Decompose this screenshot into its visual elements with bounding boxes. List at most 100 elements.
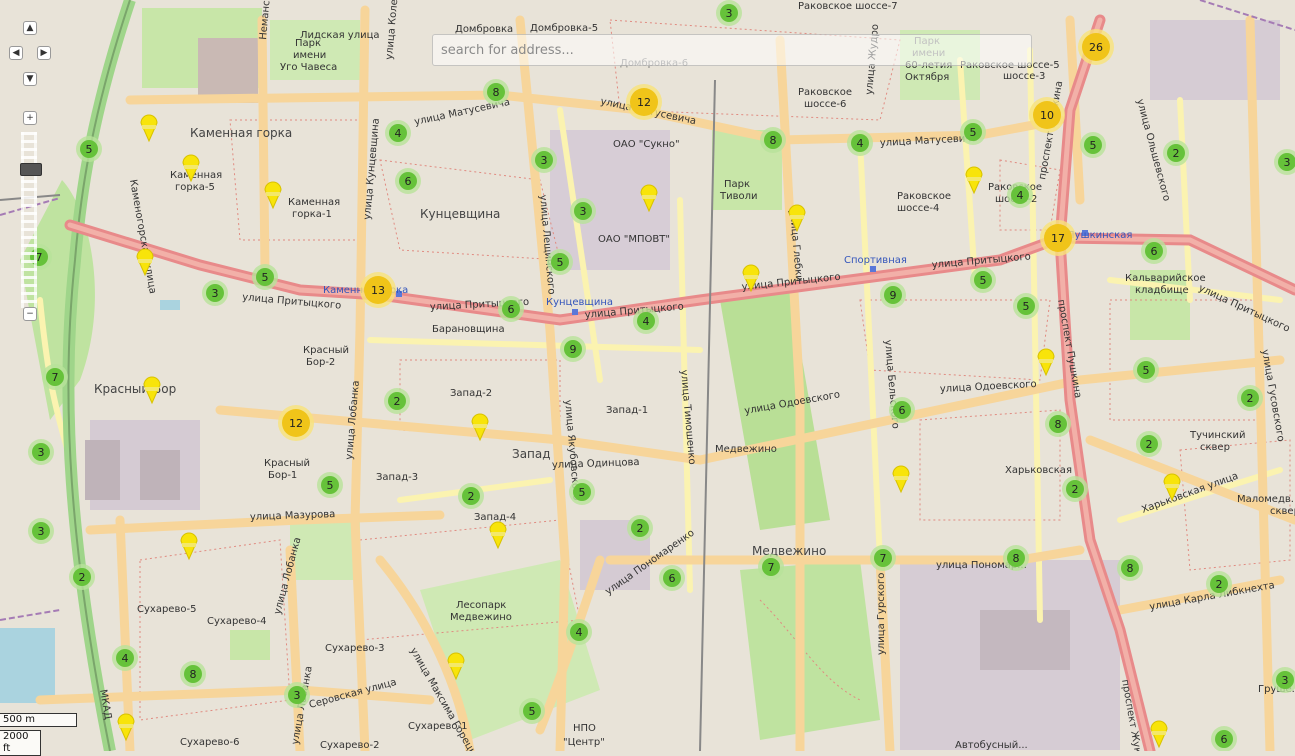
marker-cluster[interactable]: 8 [1003,545,1029,571]
marker-cluster[interactable]: 5 [1133,357,1159,383]
cluster-count: 6 [1221,733,1228,746]
marker-cluster[interactable]: 5 [317,472,343,498]
marker-cluster[interactable]: 6 [395,168,421,194]
marker-cluster[interactable]: 2 [1163,140,1189,166]
cluster-count: 6 [1151,245,1158,258]
map-label-sukharevo5: Сухарево-5 [137,604,196,615]
map-label-kg1_2: горка-1 [292,209,332,220]
cluster-count: 10 [1040,109,1054,122]
marker-cluster[interactable]: 4 [566,619,592,645]
cluster-count: 6 [508,303,515,316]
marker-cluster[interactable]: 8 [483,79,509,105]
marker-cluster[interactable]: 2 [384,388,410,414]
marker-cluster[interactable]: 4 [112,645,138,671]
marker-cluster[interactable]: 6 [1141,238,1167,264]
marker-cluster[interactable]: 4 [847,130,873,156]
marker-cluster[interactable]: 2 [627,515,653,541]
marker-cluster[interactable]: 4 [633,308,659,334]
pin-band [138,259,152,263]
pan-left-button[interactable]: ◀ [9,46,23,60]
marker-cluster[interactable]: 3 [28,439,54,465]
marker-cluster[interactable]: 4 [1007,182,1033,208]
marker-cluster[interactable]: 12 [278,405,314,441]
cluster-count: 8 [1127,562,1134,575]
marker-cluster[interactable]: 3 [570,198,596,224]
map-label-rakovskoe3: шоссе-3 [1003,71,1045,82]
marker-cluster[interactable]: 5 [1080,132,1106,158]
marker-cluster[interactable]: 3 [284,682,310,708]
cluster-count: 6 [899,404,906,417]
marker-cluster[interactable]: 5 [569,479,595,505]
city-map[interactable]: Лидская улицаДомбровкаДомбровка-5Домбров… [0,0,1295,751]
map-label-krasny_bor2_2: Бор-2 [306,357,335,368]
marker-cluster[interactable]: 2 [1237,385,1263,411]
search-input[interactable] [432,34,1032,66]
map-label-lesopark_2: Медвежино [450,612,512,623]
cluster-count: 5 [1143,364,1150,377]
cluster-count: 3 [38,525,45,538]
map-label-rakovskoe4_2: шоссе-4 [897,203,939,214]
marker-cluster[interactable]: 2 [458,483,484,509]
marker-cluster[interactable]: 2 [69,564,95,590]
marker-cluster[interactable]: 3 [716,0,742,26]
pin-band [145,387,159,391]
marker-cluster[interactable]: 6 [889,397,915,423]
marker-cluster[interactable]: 6 [659,565,685,591]
pan-left-icon: ◀ [12,47,20,58]
pan-up-button[interactable]: ▲ [23,21,37,35]
map-label-rakovskoe7: Раковское шоссе-7 [798,1,898,12]
map-label-npo_1: НПО [573,723,596,734]
cluster-count: 26 [1089,41,1103,54]
marker-cluster[interactable]: 4 [385,120,411,146]
marker-cluster[interactable]: 2 [1062,476,1088,502]
marker-cluster[interactable]: 26 [1078,29,1114,65]
marker-cluster[interactable]: 8 [1045,411,1071,437]
marker-cluster[interactable]: 5 [960,119,986,145]
cluster-count: 9 [890,289,897,302]
marker-cluster[interactable]: 7 [870,545,896,571]
marker-cluster[interactable]: 13 [360,272,396,308]
marker-cluster[interactable]: 6 [1211,726,1237,751]
zoom-slider-handle[interactable] [20,163,42,176]
marker-cluster[interactable]: 2 [1206,571,1232,597]
map-label-malomedvedskaya_2: сквер [1270,506,1295,517]
marker-cluster[interactable]: 3 [202,280,228,306]
marker-cluster[interactable]: 5 [252,264,278,290]
marker-cluster[interactable]: 3 [531,147,557,173]
map-label-kharkovskaya: Харьковская [1005,465,1072,476]
marker-cluster[interactable]: 5 [547,249,573,275]
map-label-metro_kuncevshchina: Кунцевщина [546,297,613,308]
marker-cluster[interactable]: 12 [626,84,662,120]
pin-band [266,192,280,196]
marker-cluster[interactable]: 5 [970,267,996,293]
marker-cluster[interactable]: 10 [1029,97,1065,133]
marker-cluster[interactable]: 5 [519,698,545,724]
marker-cluster[interactable]: 5 [1013,293,1039,319]
cluster-count: 2 [1216,578,1223,591]
marker-cluster[interactable]: 5 [76,136,102,162]
zoom-in-button[interactable]: + [23,111,37,125]
marker-cluster[interactable]: 9 [880,282,906,308]
zoom-out-button[interactable]: − [23,307,37,321]
pin-band [184,165,198,169]
map-label-gurskogo: улица Гурского [876,573,887,655]
map-label-krasny_bor: Красный Бор [94,382,176,396]
marker-cluster[interactable]: 2 [1136,431,1162,457]
marker-cluster[interactable]: 7 [758,554,784,580]
marker-cluster[interactable]: 3 [28,518,54,544]
zoom-slider-track[interactable] [21,132,37,308]
map-label-park_60_4: Октября [905,72,949,83]
marker-cluster[interactable]: 17 [1040,220,1076,256]
marker-cluster[interactable]: 6 [498,296,524,322]
marker-cluster[interactable]: 9 [560,336,586,362]
marker-cluster[interactable]: 8 [1117,555,1143,581]
marker-cluster[interactable]: 7 [42,364,68,390]
pan-right-button[interactable]: ▶ [37,46,51,60]
map-label-kg5_1: Каменная [170,170,222,181]
marker-cluster[interactable]: 8 [180,661,206,687]
map-label-sukharevo2: Сухарево-2 [320,740,379,751]
pin-band [142,125,156,129]
pan-down-button[interactable]: ▼ [23,72,37,86]
cluster-count: 8 [190,668,197,681]
marker-cluster[interactable]: 8 [760,127,786,153]
